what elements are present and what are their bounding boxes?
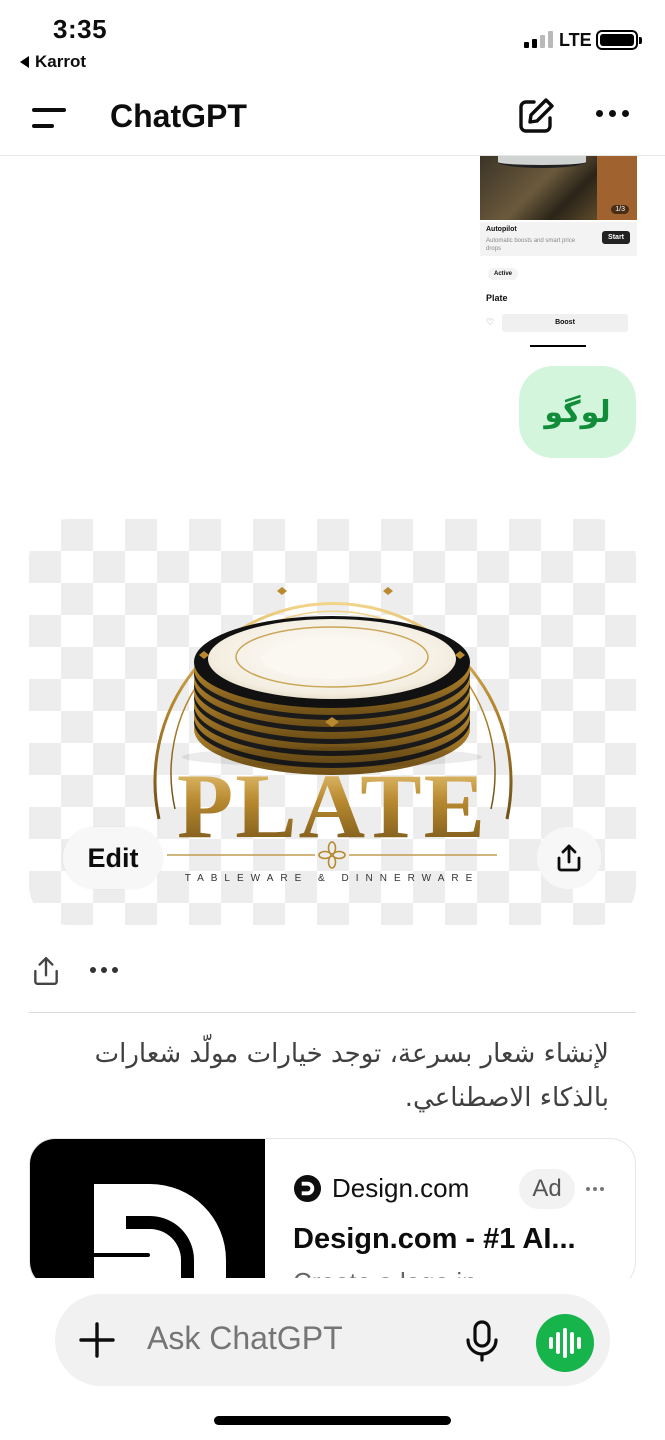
item-name: Plate <box>486 293 508 303</box>
new-chat-icon[interactable] <box>516 96 556 136</box>
heart-icon: ♡ <box>486 317 495 327</box>
attached-screenshot[interactable]: 1/3 Autopilot Automatic boosts and smart… <box>480 156 637 352</box>
battery-icon <box>596 30 642 50</box>
edit-image-button[interactable]: Edit <box>63 827 163 889</box>
autopilot-title: Autopilot <box>486 226 517 233</box>
start-button: Start <box>602 231 630 244</box>
share-image-button[interactable] <box>537 827 601 889</box>
response-more-icon[interactable] <box>90 967 118 973</box>
logo-tagline: TABLEWARE & DINNERWARE <box>185 873 480 884</box>
cellular-signal-icon <box>524 30 553 48</box>
item-photo: 1/3 <box>480 156 637 220</box>
sponsored-ad-card[interactable]: Design.com Ad Design.com - #1 AI... Crea… <box>29 1138 636 1288</box>
home-indicator <box>530 345 586 347</box>
microphone-icon[interactable] <box>463 1320 501 1362</box>
ask-chatgpt-input[interactable] <box>147 1320 447 1357</box>
status-time: 3:35 <box>53 14 108 44</box>
hamburger-menu-icon[interactable] <box>32 106 68 130</box>
user-message-bubble: لوگو <box>519 366 636 458</box>
photo-counter: 1/3 <box>611 205 629 214</box>
autopilot-banner: Autopilot Automatic boosts and smart pri… <box>480 222 637 256</box>
ad-brand-name: Design.com <box>332 1173 470 1203</box>
active-status-pill: Active <box>488 268 519 280</box>
back-to-app-button[interactable]: Karrot <box>20 52 86 72</box>
more-horizontal-icon[interactable] <box>596 110 629 117</box>
ad-badge: Ad <box>519 1169 575 1209</box>
voice-mode-button[interactable] <box>536 1314 594 1372</box>
share-icon <box>557 844 581 872</box>
network-type: LTE <box>559 30 592 50</box>
app-header: ChatGPT <box>0 80 665 156</box>
back-arrow-icon <box>20 56 29 68</box>
app-title: ChatGPT <box>110 98 247 134</box>
back-app-label: Karrot <box>35 52 87 71</box>
share-response-icon[interactable] <box>30 955 62 987</box>
ad-image <box>30 1139 265 1287</box>
plus-icon[interactable] <box>79 1322 115 1358</box>
composer-bar <box>55 1294 610 1386</box>
autopilot-subtitle: Automatic boosts and smart price drops <box>486 238 576 252</box>
boost-button: Boost <box>502 314 628 332</box>
divider <box>29 1012 636 1013</box>
home-indicator <box>214 1416 451 1425</box>
ad-brand-row: Design.com <box>293 1173 469 1204</box>
design-com-logo-icon <box>293 1174 322 1203</box>
ad-title[interactable]: Design.com - #1 AI... <box>293 1223 613 1256</box>
status-bar: 3:35 Karrot LTE <box>0 0 665 80</box>
assistant-answer-text: لإنشاء شعار بسرعة، توجد خيارات مولّد شعا… <box>94 1039 609 1113</box>
ad-more-icon[interactable] <box>586 1187 604 1191</box>
